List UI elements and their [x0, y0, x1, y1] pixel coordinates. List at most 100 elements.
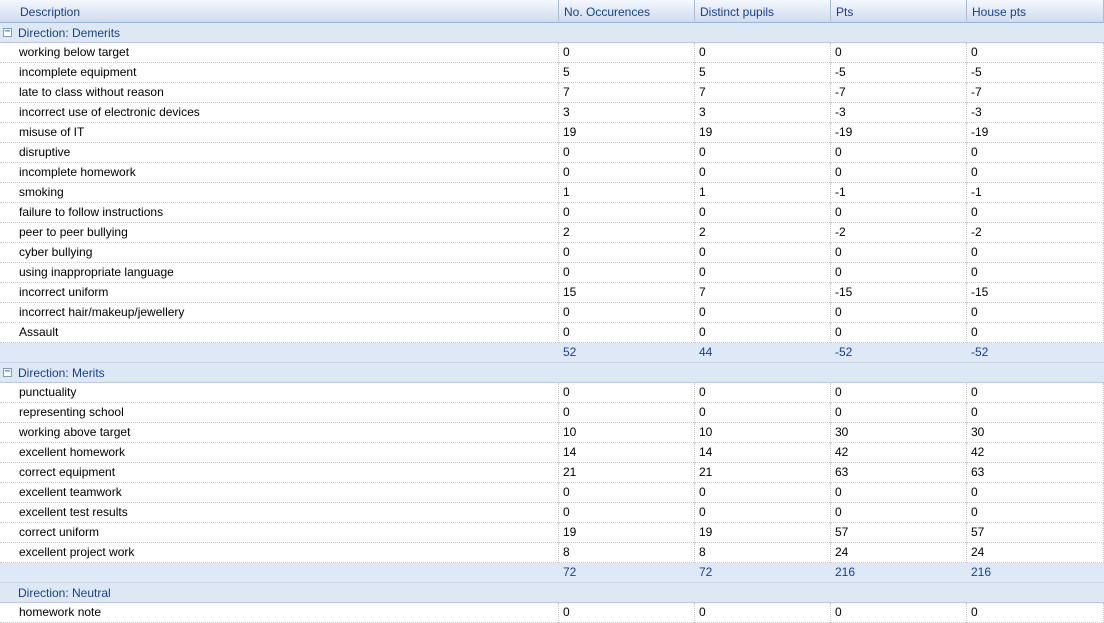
group-title: Direction: Demerits — [18, 26, 121, 40]
table-row[interactable]: working below target 0 0 0 0 — [0, 43, 1104, 63]
table-row[interactable]: using inappropriate language 0 0 0 0 — [0, 263, 1104, 283]
house-pts-cell: 57 — [967, 523, 1104, 543]
house-pts-cell: 0 — [967, 383, 1104, 403]
column-header-house-pts[interactable]: House pts — [967, 0, 1104, 23]
table-row[interactable]: excellent project work 8 8 24 24 — [0, 543, 1104, 563]
description-cell: excellent test results — [15, 503, 559, 523]
occurrences-cell: 19 — [559, 523, 695, 543]
house-pts-cell: 0 — [967, 323, 1104, 343]
distinct-pupils-cell: 0 — [695, 303, 831, 323]
distinct-pupils-cell: 10 — [695, 423, 831, 443]
description-cell: correct uniform — [15, 523, 559, 543]
column-header-description[interactable]: Description — [15, 0, 559, 23]
distinct-pupils-cell: 1 — [695, 183, 831, 203]
house-pts-cell: 63 — [967, 463, 1104, 483]
distinct-pupils-cell: 0 — [695, 483, 831, 503]
distinct-pupils-cell: 21 — [695, 463, 831, 483]
occurrences-cell: 5 — [559, 63, 695, 83]
occurrences-cell: 8 — [559, 543, 695, 563]
table-row[interactable]: failure to follow instructions 0 0 0 0 — [0, 203, 1104, 223]
pts-cell: 0 — [831, 163, 967, 183]
table-row[interactable]: excellent teamwork 0 0 0 0 — [0, 483, 1104, 503]
table-row[interactable]: misuse of IT 19 19 -19 -19 — [0, 123, 1104, 143]
table-row[interactable]: disruptive 0 0 0 0 — [0, 143, 1104, 163]
group-title: Direction: Merits — [18, 366, 105, 380]
collapse-toggle-icon[interactable]: − — [3, 27, 12, 37]
column-header-distinct-pupils[interactable]: Distinct pupils — [695, 0, 831, 23]
description-cell: working above target — [15, 423, 559, 443]
table-row[interactable]: incorrect hair/makeup/jewellery 0 0 0 0 — [0, 303, 1104, 323]
table-row[interactable]: correct equipment 21 21 63 63 — [0, 463, 1104, 483]
group-row[interactable]: − Direction: Demerits — [0, 23, 1104, 43]
description-cell: correct equipment — [15, 463, 559, 483]
description-cell: Assault — [15, 323, 559, 343]
occurrences-cell: 0 — [559, 483, 695, 503]
house-pts-cell: -3 — [967, 103, 1104, 123]
description-cell: smoking — [15, 183, 559, 203]
table-row[interactable]: incomplete homework 0 0 0 0 — [0, 163, 1104, 183]
description-cell: using inappropriate language — [15, 263, 559, 283]
total-pts-cell: -52 — [835, 345, 853, 359]
house-pts-cell: 24 — [967, 543, 1104, 563]
house-pts-cell: 0 — [967, 603, 1104, 623]
table-row[interactable]: Assault 0 0 0 0 — [0, 323, 1104, 343]
occurrences-cell: 0 — [559, 243, 695, 263]
distinct-pupils-cell: 14 — [695, 443, 831, 463]
table-row[interactable]: homework note 0 0 0 0 — [0, 603, 1104, 623]
house-pts-cell: 42 — [967, 443, 1104, 463]
table-row[interactable]: excellent homework 14 14 42 42 — [0, 443, 1104, 463]
collapse-toggle-icon[interactable]: − — [3, 367, 12, 377]
house-pts-cell: 30 — [967, 423, 1104, 443]
group-totals-row: 52 44 -52 -52 — [0, 343, 1104, 363]
occurrences-cell: 0 — [559, 263, 695, 283]
table-row[interactable]: peer to peer bullying 2 2 -2 -2 — [0, 223, 1104, 243]
distinct-pupils-cell: 5 — [695, 63, 831, 83]
house-pts-cell: -2 — [967, 223, 1104, 243]
occurrences-cell: 0 — [559, 303, 695, 323]
house-pts-cell: 0 — [967, 263, 1104, 283]
table-row[interactable]: cyber bullying 0 0 0 0 — [0, 243, 1104, 263]
house-pts-cell: -19 — [967, 123, 1104, 143]
table-row[interactable]: smoking 1 1 -1 -1 — [0, 183, 1104, 203]
occurrences-cell: 10 — [559, 423, 695, 443]
house-pts-cell: -5 — [967, 63, 1104, 83]
house-pts-cell: 0 — [967, 203, 1104, 223]
description-cell: excellent teamwork — [15, 483, 559, 503]
description-cell: incorrect hair/makeup/jewellery — [15, 303, 559, 323]
description-cell: disruptive — [15, 143, 559, 163]
pts-cell: 0 — [831, 143, 967, 163]
total-occurrences-cell: 52 — [563, 345, 577, 359]
pts-cell: -7 — [831, 83, 967, 103]
description-cell: representing school — [15, 403, 559, 423]
description-cell: failure to follow instructions — [15, 203, 559, 223]
column-header-pts[interactable]: Pts — [831, 0, 967, 23]
table-row[interactable]: incomplete equipment 5 5 -5 -5 — [0, 63, 1104, 83]
distinct-pupils-cell: 0 — [695, 143, 831, 163]
group-totals-row: 72 72 216 216 — [0, 563, 1104, 583]
table-row[interactable]: incorrect uniform 15 7 -15 -15 — [0, 283, 1104, 303]
table-row[interactable]: excellent test results 0 0 0 0 — [0, 503, 1104, 523]
table-row[interactable]: correct uniform 19 19 57 57 — [0, 523, 1104, 543]
table-row[interactable]: incorrect use of electronic devices 3 3 -3-… — [0, 103, 1104, 123]
occurrences-cell: 0 — [559, 43, 695, 63]
table-row[interactable]: punctuality 0 0 0 0 — [0, 383, 1104, 403]
group-row[interactable]: Direction: Neutral — [0, 583, 1104, 603]
house-pts-cell: -1 — [967, 183, 1104, 203]
table-row[interactable]: representing school 0 0 0 0 — [0, 403, 1104, 423]
pts-cell: -1 — [831, 183, 967, 203]
table-row[interactable]: late to class without reason 7 7 -7 -7 — [0, 83, 1104, 103]
column-header-occurrences[interactable]: No. Occurences — [559, 0, 695, 23]
group-row[interactable]: − Direction: Merits — [0, 363, 1104, 383]
distinct-pupils-cell: 19 — [695, 523, 831, 543]
group-title: Direction: Neutral — [18, 586, 111, 600]
table-row[interactable]: working above target 10 10 30 30 — [0, 423, 1104, 443]
distinct-pupils-cell: 2 — [695, 223, 831, 243]
distinct-pupils-cell: 0 — [695, 243, 831, 263]
pts-cell: -19 — [831, 123, 967, 143]
grid-header: Description No. Occurences Distinct pupi… — [0, 0, 1104, 23]
occurrences-cell: 3 — [559, 103, 695, 123]
distinct-pupils-cell: 7 — [695, 283, 831, 303]
total-house-pts-cell: 216 — [971, 565, 992, 579]
description-cell: punctuality — [15, 383, 559, 403]
house-pts-cell: 0 — [967, 143, 1104, 163]
